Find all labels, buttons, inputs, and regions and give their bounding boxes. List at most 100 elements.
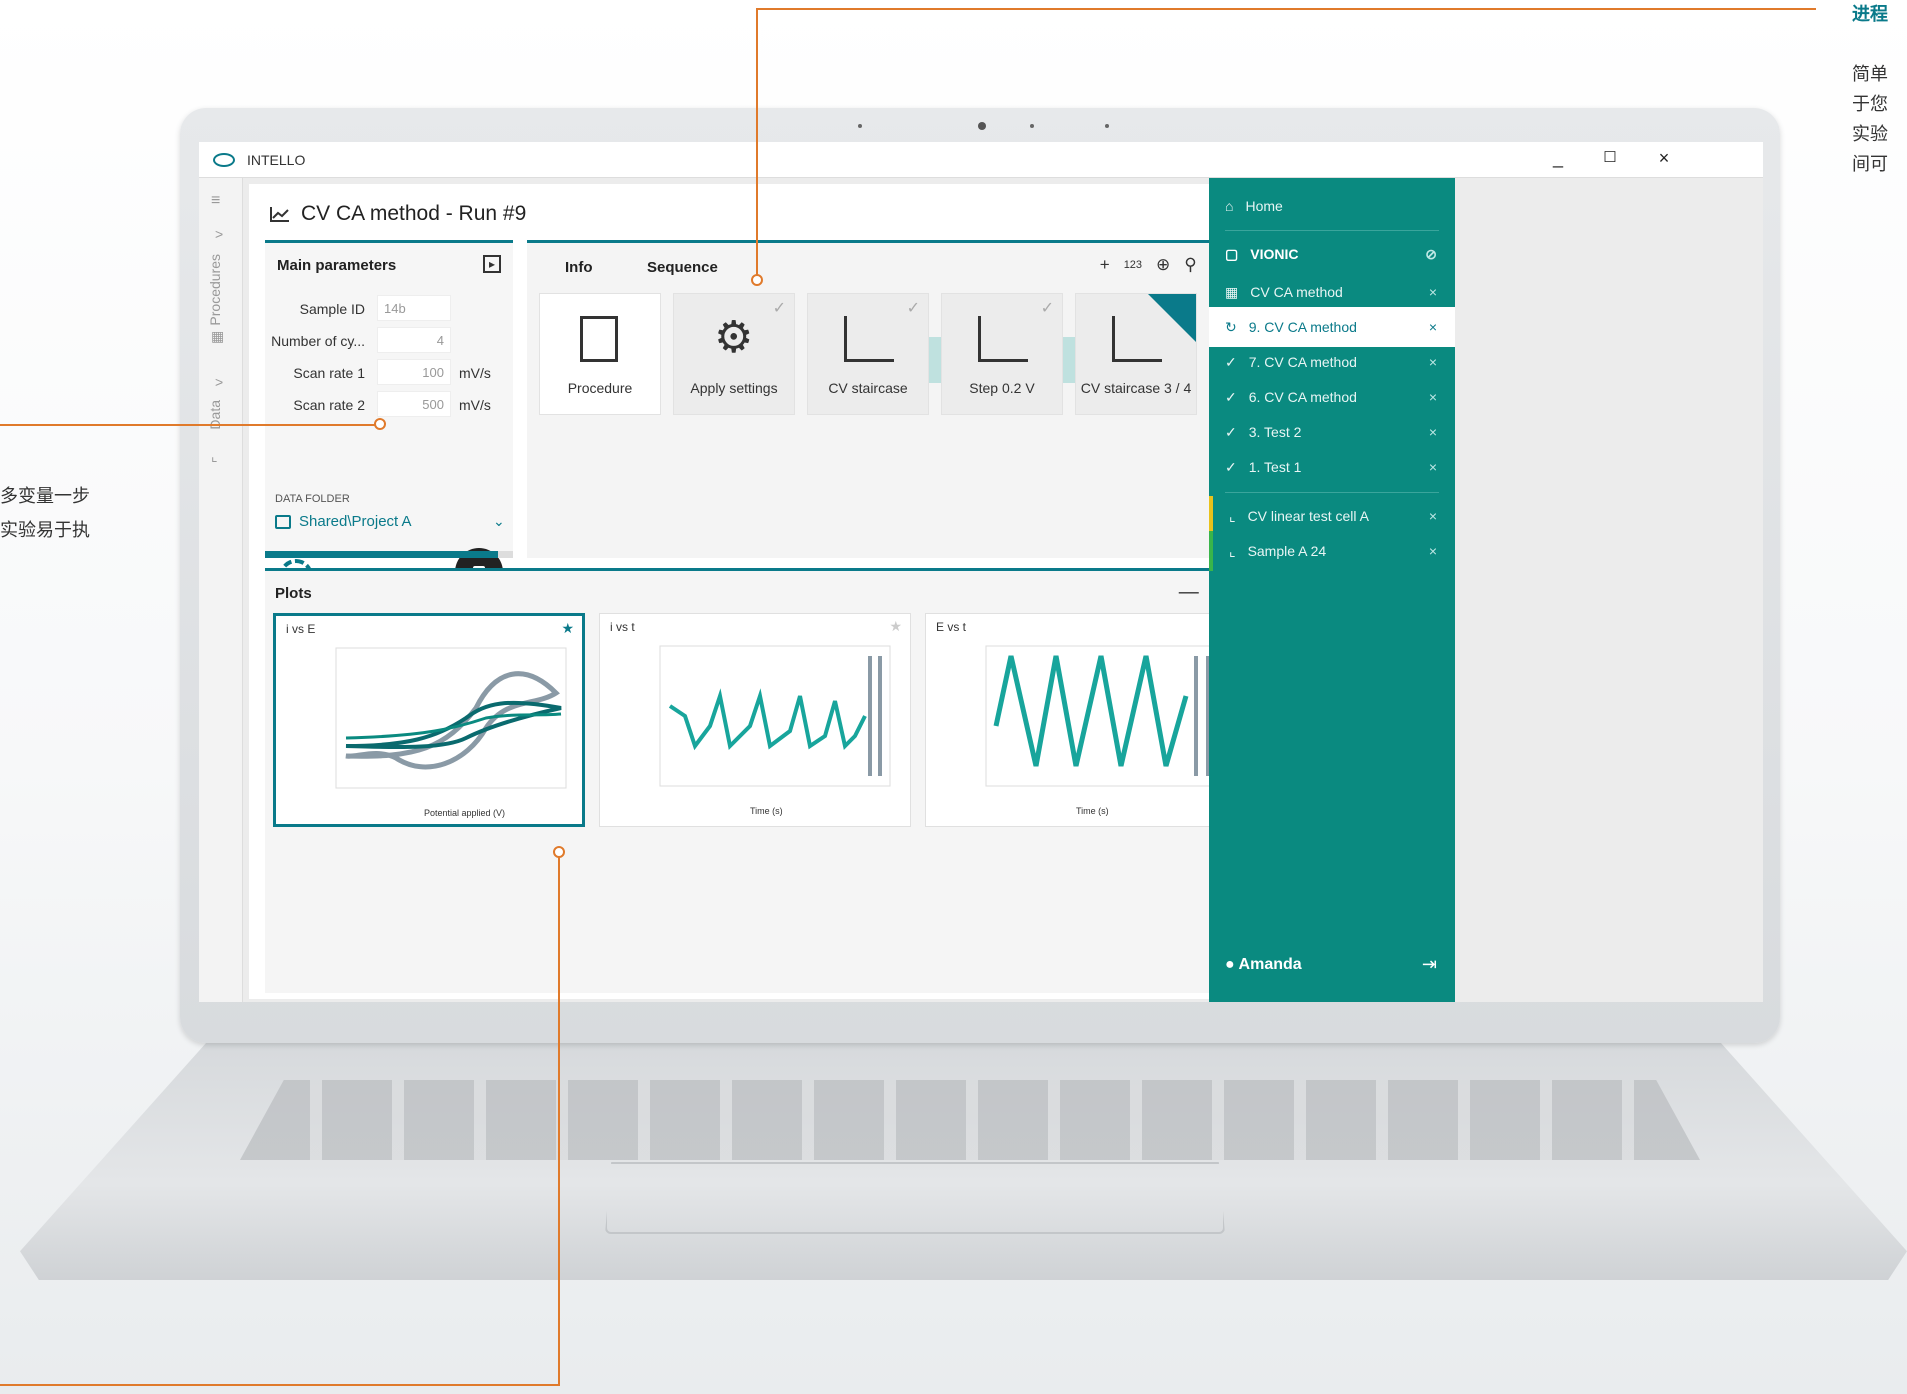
param-row: Scan rate 2 500 mV/s	[265, 391, 513, 419]
card-label: CV staircase 3 / 4	[1080, 380, 1192, 396]
close-button[interactable]: ×	[1649, 148, 1679, 169]
plot-i-vs-t[interactable]: i vs t ★ Time (s)	[599, 613, 911, 827]
page-title: CV CA method - Run #9	[269, 202, 526, 226]
right-sidebar: ⌂ Home ▢ VIONIC ⊘ ▦ CV CA method × ↻ 9. CV …	[1209, 178, 1455, 1002]
sequence-card-cv-staircase-active[interactable]: CV staircase 3 / 4	[1075, 293, 1197, 415]
chevron-right-icon[interactable]: >	[215, 226, 223, 242]
star-icon[interactable]: ★	[561, 620, 574, 637]
collapse-panel-icon[interactable]: ▸	[483, 255, 501, 273]
plot-e-vs-t[interactable]: E vs t ★ Time (s)	[925, 613, 1237, 827]
number-format-icon[interactable]: 123	[1124, 255, 1142, 275]
sequence-card-step[interactable]: ✓ Step 0.2 V	[941, 293, 1063, 415]
chevron-right-icon[interactable]: >	[215, 374, 223, 390]
grid-icon: ▦	[1225, 283, 1239, 300]
camera	[978, 122, 986, 130]
callout-dot	[751, 274, 763, 286]
card-label: Step 0.2 V	[969, 380, 1035, 396]
sidebar-item[interactable]: ▦ CV CA method ×	[1209, 272, 1455, 312]
close-icon[interactable]: ×	[1429, 543, 1437, 559]
search-icon[interactable]: ⚲	[1184, 255, 1196, 275]
card-label: Apply settings	[690, 380, 778, 396]
callout-dot	[374, 418, 386, 430]
close-icon[interactable]: ×	[1429, 319, 1437, 335]
sensor-dot	[1105, 124, 1109, 128]
x-axis-label: Time (s)	[750, 806, 783, 816]
folder-icon	[275, 514, 291, 529]
cycles-input[interactable]: 4	[377, 327, 451, 353]
sidebar-group-vionic[interactable]: ▢ VIONIC ⊘	[1209, 234, 1455, 274]
divider	[1225, 230, 1439, 231]
close-icon[interactable]: ×	[1429, 459, 1437, 475]
rail-procedures[interactable]: Procedures	[207, 254, 223, 326]
chart-icon[interactable]: ⌞	[211, 448, 218, 465]
gear-icon: ⚙	[714, 313, 754, 362]
running-icon: ↻	[1225, 318, 1237, 335]
sequence-panel: Info Sequence + 123 ⊕ ⚲ ⊖ Procedure ✓ ⚙ …	[527, 240, 1239, 558]
sidebar-item-home[interactable]: ⌂ Home	[1209, 186, 1455, 226]
chevron-down-icon: ⌄	[493, 513, 505, 529]
keyboard	[240, 1080, 1700, 1160]
plot-title: E vs t	[936, 620, 967, 634]
close-icon[interactable]: ×	[1429, 389, 1437, 405]
sidebar-item-label: Sample A 24	[1247, 543, 1327, 559]
trackpad	[605, 1162, 1225, 1234]
disconnect-icon[interactable]: ⊘	[1425, 246, 1437, 263]
param-label: Number of cy...	[271, 333, 365, 349]
check-icon: ✓	[906, 300, 920, 317]
add-icon[interactable]: +	[1100, 255, 1110, 275]
close-icon[interactable]: ×	[1429, 284, 1437, 300]
star-icon[interactable]: ★	[889, 618, 902, 635]
run-progress	[265, 551, 513, 558]
plot-area: Time (s)	[985, 645, 1217, 816]
close-icon[interactable]: ×	[1429, 354, 1437, 370]
scan-rate-2-input[interactable]: 500	[377, 391, 451, 417]
tab-info[interactable]: Info	[565, 259, 593, 276]
sequence-card-cv-staircase[interactable]: ✓ CV staircase	[807, 293, 929, 415]
menu-icon[interactable]: ≡	[211, 192, 220, 210]
x-axis-label: Time (s)	[1076, 806, 1109, 816]
laptop-base	[20, 1040, 1907, 1280]
close-icon[interactable]: ×	[1429, 508, 1437, 524]
close-icon[interactable]: ×	[1429, 424, 1437, 440]
check-circle-icon: ✓	[1225, 353, 1237, 370]
scan-rate-1-input[interactable]: 100	[377, 359, 451, 385]
callout-text: 于您	[1852, 94, 1888, 115]
sample-id-input[interactable]: 14b	[377, 295, 451, 321]
user-label: Amanda	[1238, 956, 1302, 973]
x-axis-label: Potential applied (V)	[424, 808, 505, 818]
tab-sequence[interactable]: Sequence	[647, 259, 718, 276]
sequence-card-procedure[interactable]: Procedure	[539, 293, 661, 415]
line-chart-icon	[270, 207, 289, 222]
grid-icon[interactable]: ▦	[211, 328, 224, 345]
sidebar-item[interactable]: ✓ 3. Test 2 ×	[1209, 412, 1455, 452]
user-name[interactable]: ● Amanda	[1225, 956, 1302, 974]
sidebar-item[interactable]: ✓ 7. CV CA method ×	[1209, 342, 1455, 382]
plots-panel: Plots — ⧉ i vs E ★ Potential applied (V)…	[265, 568, 1245, 993]
param-label: Scan rate 1	[293, 365, 365, 381]
card-label: CV staircase	[828, 380, 908, 396]
page-title-text: CV CA method - Run #9	[301, 202, 527, 225]
plot-title: i vs E	[286, 622, 316, 636]
sidebar-item[interactable]: ✓ 1. Test 1 ×	[1209, 447, 1455, 487]
minimize-icon[interactable]: —	[1179, 581, 1199, 604]
callout-line	[0, 1384, 560, 1386]
data-folder-select[interactable]: Shared\Project A ⌄	[275, 513, 505, 530]
zoom-in-icon[interactable]: ⊕	[1156, 255, 1170, 275]
sidebar-item-active[interactable]: ↻ 9. CV CA method ×	[1209, 307, 1455, 347]
sidebar-data-item[interactable]: ⌞ CV linear test cell A ×	[1209, 496, 1455, 536]
sidebar-item[interactable]: ✓ 6. CV CA method ×	[1209, 377, 1455, 417]
sequence-card-apply-settings[interactable]: ✓ ⚙ Apply settings	[673, 293, 795, 415]
sidebar-data-item[interactable]: ⌞ Sample A 24 ×	[1209, 531, 1455, 571]
maximize-button[interactable]: ☐	[1595, 148, 1625, 166]
sidebar-item-label: 6. CV CA method	[1248, 389, 1357, 405]
sidebar-item-label: CV linear test cell A	[1247, 508, 1369, 524]
check-circle-icon: ✓	[1225, 388, 1237, 405]
plot-i-vs-e[interactable]: i vs E ★ Potential applied (V)	[273, 613, 585, 827]
unit-label: mV/s	[459, 397, 491, 413]
minimize-button[interactable]: _	[1543, 148, 1573, 169]
logout-icon[interactable]: ⇥	[1422, 954, 1437, 975]
sensor-dot	[858, 124, 862, 128]
sidebar-item-label: Home	[1245, 198, 1283, 214]
callout-text: 实验	[1852, 124, 1888, 145]
main-parameters-panel: Main parameters ▸ Sample ID 14b Number o…	[265, 240, 513, 596]
